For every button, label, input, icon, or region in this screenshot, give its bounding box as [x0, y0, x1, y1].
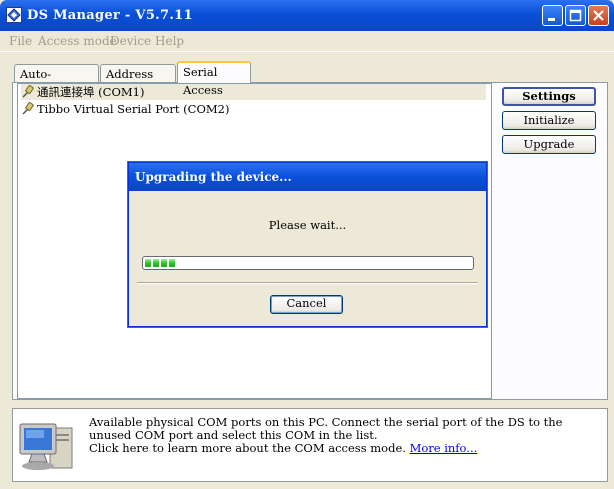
dialog-divider	[137, 282, 478, 284]
maximize-button[interactable]	[565, 5, 586, 26]
more-info-link[interactable]: More info...	[410, 441, 478, 455]
minimize-button[interactable]	[542, 5, 563, 26]
list-item[interactable]: Tibbo Virtual Serial Port (COM2)	[21, 101, 229, 117]
initialize-button[interactable]: Initialize	[502, 111, 596, 130]
progress-block	[153, 259, 159, 267]
info-text: Available physical COM ports on this PC.…	[89, 416, 599, 455]
port-label: 通訊連接埠 (COM1)	[37, 85, 145, 99]
cancel-button[interactable]: Cancel	[270, 295, 343, 314]
upgrade-dialog: Upgrading the device... Please wait... C…	[128, 162, 487, 327]
serial-port-icon	[22, 85, 34, 98]
list-item[interactable]: 通訊連接埠 (COM1)	[21, 84, 486, 100]
settings-button[interactable]: Settings	[502, 87, 596, 106]
menu-bar: File Access mode Device Help	[0, 31, 614, 52]
dialog-message: Please wait...	[268, 218, 347, 232]
maximize-icon	[569, 9, 582, 22]
progress-block	[161, 259, 167, 267]
info-line-2: Click here to learn more about the COM a…	[89, 441, 406, 455]
computer-icon	[19, 423, 73, 470]
minimize-icon	[548, 18, 555, 21]
app-window: DS Manager - V5.7.11 File Access mode De…	[0, 0, 614, 489]
dialog-title: Upgrading the device...	[135, 170, 292, 184]
dialog-title-bar[interactable]: Upgrading the device...	[129, 163, 486, 191]
menu-access-mode[interactable]: Access mode	[38, 34, 117, 48]
info-line-1: Available physical COM ports on this PC.…	[89, 415, 563, 442]
tab-auto-discovery[interactable]: Auto-Discovery	[14, 64, 99, 99]
window-title: DS Manager - V5.7.11	[27, 8, 193, 23]
close-icon	[593, 10, 604, 21]
tab-serial-access[interactable]: Serial Access	[177, 61, 251, 97]
close-button[interactable]	[588, 5, 609, 26]
menu-help[interactable]: Help	[155, 34, 184, 48]
title-bar[interactable]: DS Manager - V5.7.11	[0, 0, 614, 31]
progress-fill	[145, 259, 175, 267]
port-label: Tibbo Virtual Serial Port (COM2)	[37, 102, 230, 116]
menu-file[interactable]: File	[9, 34, 32, 48]
progress-bar	[142, 256, 474, 270]
tab-address-book[interactable]: Address Book	[100, 64, 176, 99]
menu-device[interactable]: Device	[110, 34, 151, 48]
serial-port-icon	[22, 102, 34, 115]
progress-block	[145, 259, 151, 267]
app-icon	[6, 7, 22, 23]
upgrade-button[interactable]: Upgrade	[502, 135, 596, 154]
progress-block	[169, 259, 175, 267]
